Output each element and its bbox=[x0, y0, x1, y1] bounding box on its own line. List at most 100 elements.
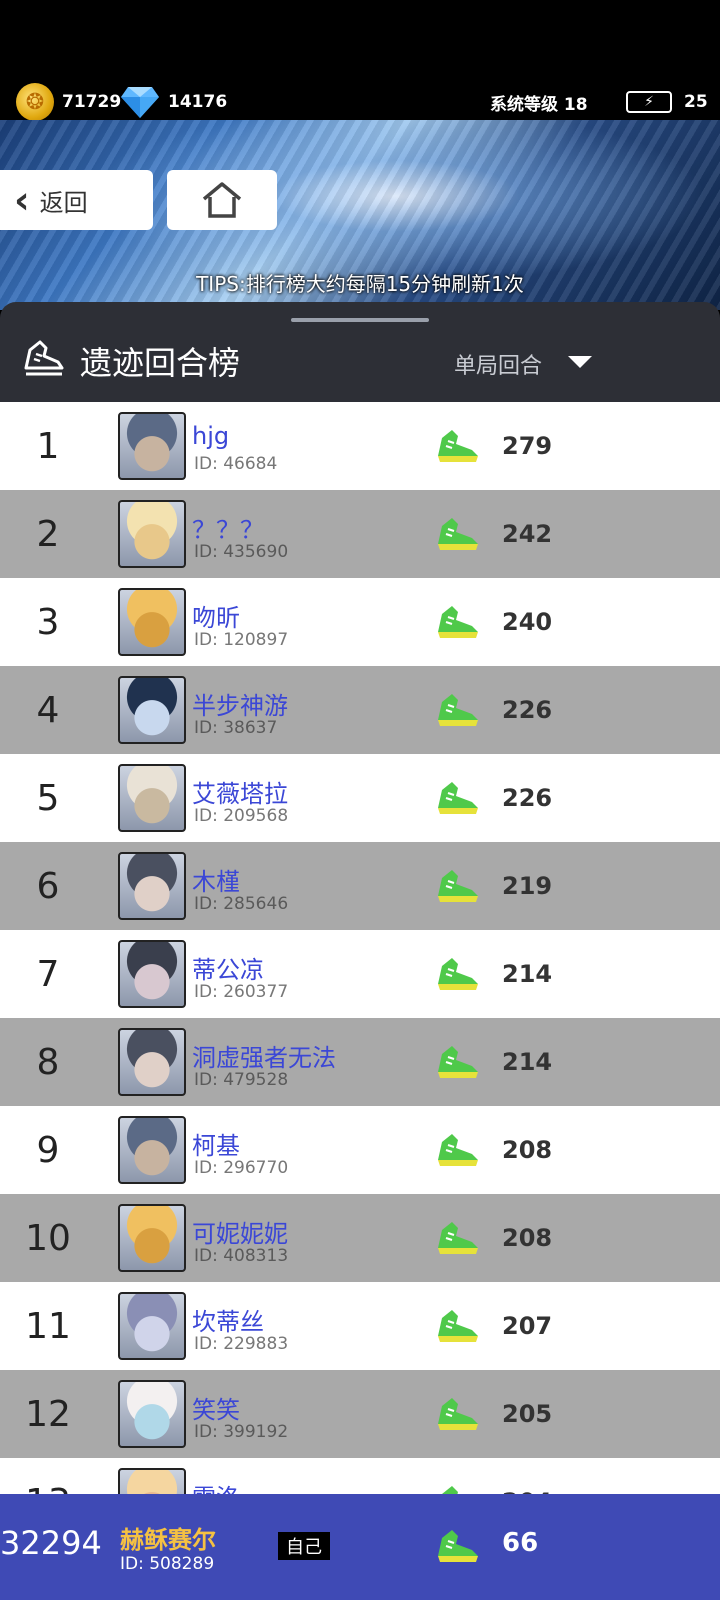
rank-number: 6 bbox=[36, 865, 60, 907]
player-id: ID: 209568 bbox=[194, 806, 289, 826]
round-score: 208 bbox=[502, 1136, 553, 1164]
avatar[interactable] bbox=[118, 500, 186, 568]
avatar[interactable] bbox=[118, 1116, 186, 1184]
round-score: 214 bbox=[502, 1048, 553, 1076]
player-name[interactable]: hjg bbox=[192, 422, 229, 450]
avatar[interactable] bbox=[118, 764, 186, 832]
round-score: 207 bbox=[502, 1312, 553, 1340]
caret-down-icon[interactable] bbox=[568, 356, 592, 368]
player-name[interactable]: 柯基 bbox=[192, 1126, 240, 1161]
player-name[interactable]: 蒂公凉 bbox=[192, 950, 264, 985]
self-rank: 32294 bbox=[0, 1524, 102, 1562]
leaderboard-row[interactable]: 12 笑笑 ID: 399192 205 bbox=[0, 1370, 720, 1458]
round-score: 208 bbox=[502, 1224, 553, 1252]
leaderboard-row[interactable]: 10 可妮妮妮 ID: 408313 208 bbox=[0, 1194, 720, 1282]
rank-number: 7 bbox=[36, 953, 60, 995]
avatar[interactable] bbox=[118, 412, 186, 480]
avatar[interactable] bbox=[118, 1468, 186, 1494]
player-id: ID: 435690 bbox=[194, 542, 289, 562]
avatar[interactable] bbox=[118, 940, 186, 1008]
sort-dropdown-label[interactable]: 单局回合 bbox=[454, 348, 542, 380]
player-name[interactable]: 木槿 bbox=[192, 862, 240, 897]
rank-number: 11 bbox=[25, 1305, 71, 1347]
round-score: 219 bbox=[502, 872, 553, 900]
leaderboard-row[interactable]: 7 蒂公凉 ID: 260377 214 bbox=[0, 930, 720, 1018]
energy-counter: ⚡ 25 bbox=[626, 82, 708, 122]
leaderboard-row[interactable]: 11 坎蒂丝 ID: 229883 207 bbox=[0, 1282, 720, 1370]
rank-number: 1 bbox=[36, 425, 60, 467]
leaderboard-row[interactable]: 13 雲洛 204 bbox=[0, 1458, 720, 1494]
coin-icon: ❂ bbox=[16, 83, 54, 121]
player-name[interactable]: 艾薇塔拉 bbox=[192, 774, 288, 809]
player-name[interactable]: 吻昕 bbox=[192, 598, 240, 633]
player-name[interactable]: ？？？ bbox=[192, 510, 264, 545]
shoe-icon bbox=[438, 958, 478, 990]
round-score: 226 bbox=[502, 784, 553, 812]
avatar[interactable] bbox=[118, 676, 186, 744]
rank-number: 8 bbox=[36, 1041, 60, 1083]
player-name[interactable]: 笑笑 bbox=[192, 1390, 240, 1425]
rank-number: 10 bbox=[25, 1217, 71, 1259]
home-button[interactable] bbox=[167, 170, 277, 230]
self-score: 66 bbox=[502, 1528, 539, 1558]
rank-number: 5 bbox=[36, 777, 60, 819]
leaderboard-row[interactable]: 4 半步神游 ID: 38637 226 bbox=[0, 666, 720, 754]
leaderboard-row[interactable]: 5 艾薇塔拉 ID: 209568 226 bbox=[0, 754, 720, 842]
player-id: ID: 260377 bbox=[194, 982, 289, 1002]
rank-number: 3 bbox=[36, 601, 60, 643]
status-bar: ❂ 71729 14176 系统等级 18 ⚡ 25 bbox=[0, 0, 720, 132]
round-score: 242 bbox=[502, 520, 553, 548]
leaderboard-row[interactable]: 1 hjg ID: 46684 279 bbox=[0, 402, 720, 490]
back-button[interactable]: ‹ 返回 bbox=[0, 170, 153, 230]
leaderboard-row[interactable]: 6 木槿 ID: 285646 219 bbox=[0, 842, 720, 930]
player-name[interactable]: 洞虚强者无法 bbox=[192, 1038, 336, 1073]
rank-number: 9 bbox=[36, 1129, 60, 1171]
player-id: ID: 296770 bbox=[194, 1158, 289, 1178]
player-id: ID: 38637 bbox=[194, 718, 278, 738]
shoe-icon bbox=[438, 1310, 478, 1342]
avatar[interactable] bbox=[118, 1204, 186, 1272]
avatar[interactable] bbox=[118, 1292, 186, 1360]
self-id: ID: 508289 bbox=[120, 1554, 215, 1574]
player-name[interactable]: 坎蒂丝 bbox=[192, 1302, 264, 1337]
shoe-icon bbox=[438, 518, 478, 550]
drag-handle[interactable] bbox=[291, 318, 429, 322]
player-id: ID: 120897 bbox=[194, 630, 289, 650]
shoe-icon bbox=[438, 1222, 478, 1254]
leaderboard-row[interactable]: 3 吻昕 ID: 120897 240 bbox=[0, 578, 720, 666]
leaderboard-row[interactable]: 8 洞虚强者无法 ID: 479528 214 bbox=[0, 1018, 720, 1106]
round-score: 226 bbox=[502, 696, 553, 724]
energy-count: 25 bbox=[684, 92, 708, 112]
shoe-icon bbox=[438, 606, 478, 638]
round-score: 240 bbox=[502, 608, 553, 636]
rank-number: 13 bbox=[0, 1458, 96, 1495]
avatar[interactable] bbox=[118, 588, 186, 656]
shoe-icon bbox=[438, 1398, 478, 1430]
shoe-icon bbox=[438, 1046, 478, 1078]
shoe-icon bbox=[438, 1530, 478, 1562]
avatar[interactable] bbox=[118, 1028, 186, 1096]
round-score: 214 bbox=[502, 960, 553, 988]
shoe-icon bbox=[438, 694, 478, 726]
self-name[interactable]: 赫稣赛尔 bbox=[120, 1520, 216, 1555]
avatar[interactable] bbox=[118, 852, 186, 920]
leaderboard-row[interactable]: 9 柯基 ID: 296770 208 bbox=[0, 1106, 720, 1194]
diamond-icon bbox=[121, 87, 159, 118]
player-id: ID: 229883 bbox=[194, 1334, 289, 1354]
round-score: 204 bbox=[502, 1458, 552, 1494]
avatar[interactable] bbox=[118, 1380, 186, 1448]
round-score: 279 bbox=[502, 432, 553, 460]
leaderboard-list[interactable]: 1 hjg ID: 46684 279 2 ？？？ ID: 435690 242… bbox=[0, 402, 720, 1494]
player-name[interactable]: 半步神游 bbox=[192, 686, 288, 721]
self-tag: 自己 bbox=[278, 1532, 330, 1560]
leaderboard-header: 遗迹回合榜 单局回合 bbox=[0, 302, 720, 402]
leaderboard-row[interactable]: 2 ？？？ ID: 435690 242 bbox=[0, 490, 720, 578]
shoe-icon bbox=[438, 782, 478, 814]
shoe-icon bbox=[442, 1486, 458, 1494]
home-icon bbox=[202, 182, 242, 218]
player-id: ID: 285646 bbox=[194, 894, 289, 914]
player-name[interactable]: 雲洛 bbox=[192, 1478, 240, 1494]
rank-number: 12 bbox=[25, 1393, 71, 1435]
player-name[interactable]: 可妮妮妮 bbox=[192, 1214, 288, 1249]
coin-counter: ❂ 71729 bbox=[16, 82, 121, 122]
